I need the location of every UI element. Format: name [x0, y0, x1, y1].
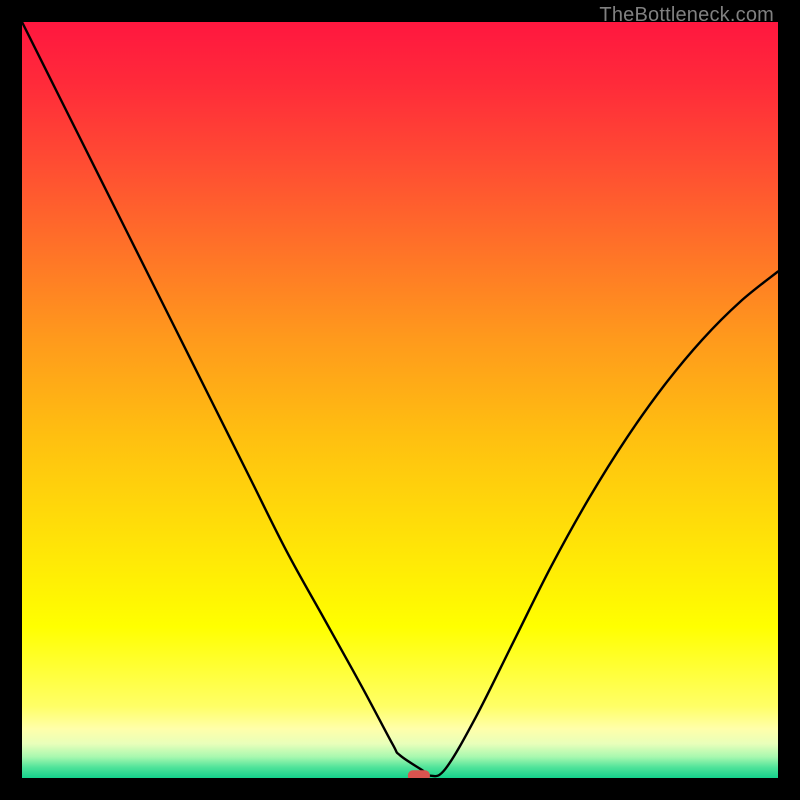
bottleneck-chart — [22, 22, 778, 778]
gradient-background — [22, 22, 778, 778]
watermark-text: TheBottleneck.com — [599, 4, 774, 27]
plot-area — [22, 22, 778, 778]
optimum-marker — [408, 770, 430, 778]
chart-frame: TheBottleneck.com — [0, 0, 800, 800]
